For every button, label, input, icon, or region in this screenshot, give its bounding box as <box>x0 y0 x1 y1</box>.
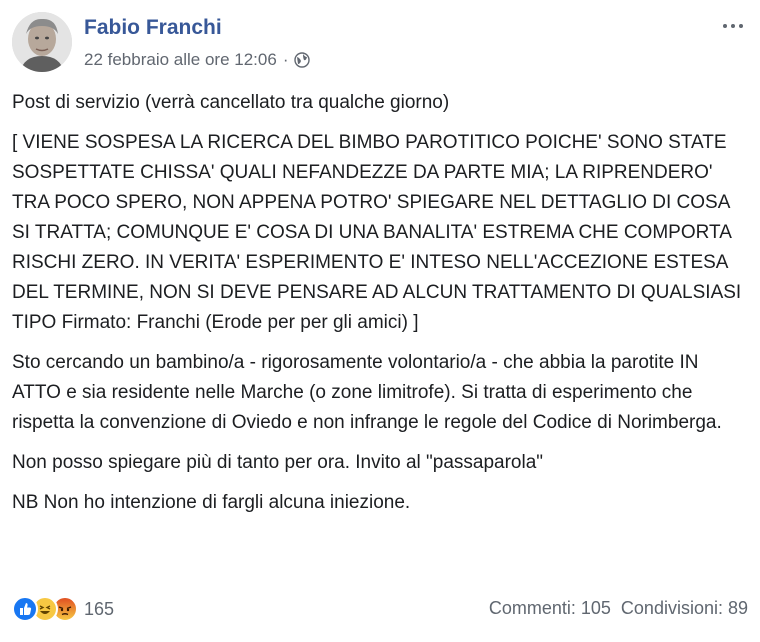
meta-separator: · <box>282 50 289 69</box>
post-timestamp[interactable]: 22 febbraio alle ore 12:06 <box>84 50 277 70</box>
avatar-image <box>12 12 72 72</box>
post-paragraph: [ VIENE SOSPESA LA RICERCA DEL BIMBO PAR… <box>12 132 742 333</box>
shares-count-link[interactable]: Condivisioni: 89 <box>621 598 748 618</box>
post-paragraph: Post di servizio (verrà cancellato tra q… <box>12 92 450 113</box>
reactions-summary[interactable]: 165 <box>12 596 114 622</box>
post-paragraph: Non posso spiegare più di tanto per ora.… <box>12 452 544 473</box>
post-footer: 165 Commenti: 105 Condivisioni: 89 <box>12 596 748 624</box>
post-paragraph: Sto cercando un bambino/a - rigorosament… <box>12 352 722 433</box>
more-options-icon[interactable] <box>718 14 748 38</box>
reaction-count: 165 <box>84 598 115 619</box>
post-meta: 22 febbraio alle ore 12:06 · <box>84 50 311 70</box>
post-stats: Commenti: 105 Condivisioni: 89 <box>489 598 748 619</box>
post-paragraph: NB Non ho intenzione di fargli alcuna in… <box>12 492 411 513</box>
author-name[interactable]: Fabio Franchi <box>84 16 222 40</box>
post-header: Fabio Franchi 22 febbraio alle ore 12:06… <box>12 12 748 76</box>
facebook-post: Fabio Franchi 22 febbraio alle ore 12:06… <box>0 0 760 642</box>
author-avatar[interactable] <box>12 12 72 72</box>
post-body: Post di servizio (verrà cancellato tra q… <box>12 88 748 528</box>
like-icon <box>12 596 38 622</box>
comments-count-link[interactable]: Commenti: 105 <box>489 598 611 618</box>
globe-icon[interactable] <box>294 52 311 68</box>
